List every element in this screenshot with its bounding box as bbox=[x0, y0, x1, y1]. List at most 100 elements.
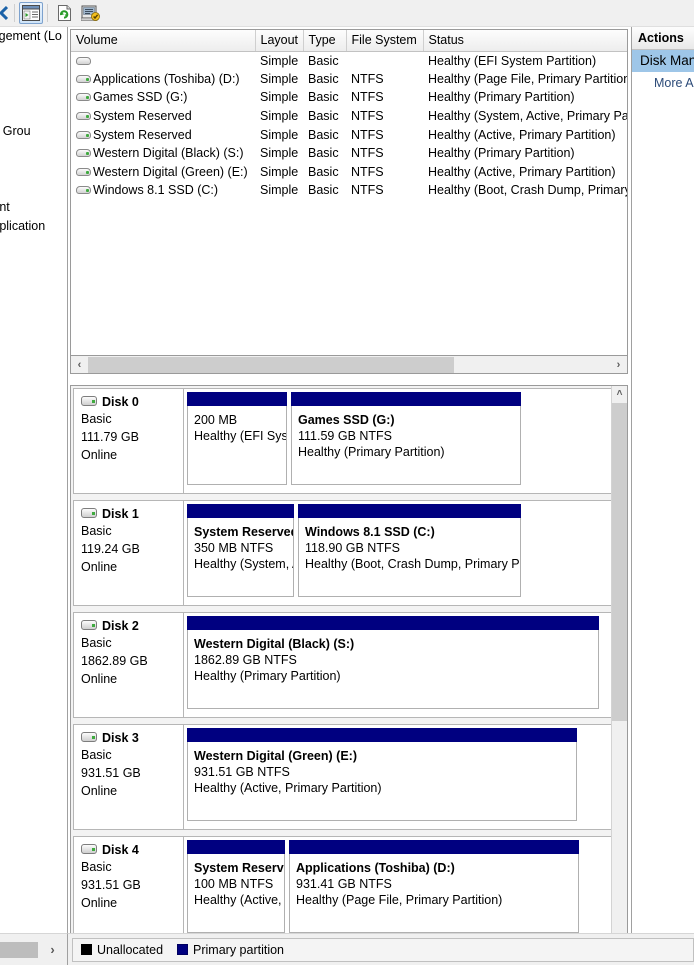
disk-row[interactable]: Disk 1 Basic 119.24 GB Online System Res… bbox=[73, 500, 612, 606]
volume-list-horizontal-scrollbar[interactable]: ‹ › bbox=[70, 356, 628, 374]
disk-status: Online bbox=[81, 896, 118, 910]
tree-item-disk-management[interactable]: Disk Management bbox=[0, 200, 10, 214]
partition-status: Healthy (System, Active, Primary Partiti… bbox=[194, 557, 293, 571]
console-tree-pane[interactable]: Computer Management (Lo Task Scheduler E… bbox=[0, 27, 68, 933]
tree-item-task-scheduler[interactable]: Task Scheduler bbox=[0, 65, 67, 84]
volume-cell: Windows 8.1 SSD (C:) bbox=[71, 181, 255, 200]
disk-management-center-pane: Volume Layout Type File System Status Si… bbox=[68, 27, 630, 960]
disk-info-panel[interactable]: Disk 2 Basic 1862.89 GB Online bbox=[74, 613, 184, 717]
partition-status: Healthy (Primary Partition) bbox=[298, 445, 445, 459]
tree-item-services-and-applications[interactable]: Services and Application bbox=[0, 217, 67, 236]
disk-status: Online bbox=[81, 560, 118, 574]
column-header-volume[interactable]: Volume bbox=[71, 30, 256, 52]
table-row[interactable]: Windows 8.1 SSD (C:) Simple Basic NTFS H… bbox=[71, 181, 628, 200]
scroll-thumb[interactable] bbox=[88, 356, 454, 373]
volume-table-header-row: Volume Layout Type File System Status bbox=[71, 30, 627, 52]
table-row[interactable]: Western Digital (Black) (S:) Simple Basi… bbox=[71, 144, 627, 163]
disk-row[interactable]: Disk 3 Basic 931.51 GB Online Western Di… bbox=[73, 724, 612, 830]
volume-cell: Games SSD (G:) bbox=[71, 88, 255, 107]
partition-title: System Reserved bbox=[194, 861, 284, 875]
volume-name: System Reserved bbox=[93, 127, 192, 142]
status-cell: Healthy (Boot, Crash Dump, Primary Parti… bbox=[428, 183, 628, 198]
drive-icon bbox=[76, 56, 91, 66]
console-tree-scroll-right-arrow[interactable]: › bbox=[38, 942, 67, 957]
partition[interactable]: Western Digital (Green) (E:) 931.51 GB N… bbox=[187, 728, 577, 826]
partition-details: Windows 8.1 SSD (C:) 118.90 GB NTFS Heal… bbox=[298, 518, 521, 597]
drive-icon bbox=[76, 74, 91, 84]
table-row[interactable]: System Reserved Simple Basic NTFS Health… bbox=[71, 125, 627, 144]
partition-details: Western Digital (Black) (S:) 1862.89 GB … bbox=[187, 630, 599, 709]
graphical-view-vertical-scrollbar[interactable]: ˄ ˅ bbox=[611, 386, 627, 959]
table-row[interactable]: Western Digital (Green) (E:) Simple Basi… bbox=[71, 163, 627, 182]
scroll-track[interactable] bbox=[88, 356, 610, 373]
column-header-file-system[interactable]: File System bbox=[346, 30, 424, 52]
disk-info-panel[interactable]: Disk 4 Basic 931.51 GB Online bbox=[74, 837, 184, 941]
disk-status: Online bbox=[81, 784, 118, 798]
table-row[interactable]: Simple Basic Healthy (EFI System Partiti… bbox=[71, 51, 627, 70]
partition-size: 111.59 GB NTFS bbox=[298, 429, 393, 443]
console-tree-horizontal-scrollbar[interactable]: › bbox=[0, 933, 68, 965]
partition[interactable]: Games SSD (G:) 111.59 GB NTFS Healthy (P… bbox=[291, 392, 521, 490]
console-tree-icon bbox=[22, 5, 40, 21]
disk-kind: Basic bbox=[81, 636, 112, 650]
column-header-status[interactable]: Status bbox=[423, 30, 627, 52]
scroll-thumb[interactable] bbox=[612, 403, 627, 721]
tree-item-event-viewer[interactable]: Event Viewer bbox=[0, 84, 67, 103]
type-cell: Basic bbox=[308, 127, 339, 142]
file-system-cell: NTFS bbox=[351, 90, 384, 105]
partition-details: Applications (Toshiba) (D:) 931.41 GB NT… bbox=[289, 854, 579, 933]
partition[interactable]: 200 MB Healthy (EFI System Partition) bbox=[187, 392, 287, 490]
disk-info-panel[interactable]: Disk 0 Basic 111.79 GB Online bbox=[74, 389, 184, 493]
console-tree-scroll: Computer Management (Lo Task Scheduler E… bbox=[0, 27, 67, 236]
table-row[interactable]: Games SSD (G:) Simple Basic NTFS Healthy… bbox=[71, 88, 627, 107]
disk-info-panel[interactable]: Disk 3 Basic 931.51 GB Online bbox=[74, 725, 184, 829]
volume-table: Volume Layout Type File System Status Si… bbox=[71, 30, 628, 200]
partition[interactable]: Windows 8.1 SSD (C:) 118.90 GB NTFS Heal… bbox=[298, 504, 521, 602]
disk-info-panel[interactable]: Disk 1 Basic 119.24 GB Online bbox=[74, 501, 184, 605]
partition[interactable]: System Reserved 350 MB NTFS Healthy (Sys… bbox=[187, 504, 294, 602]
disk-row[interactable]: Disk 2 Basic 1862.89 GB Online Western D… bbox=[73, 612, 612, 718]
back-button[interactable] bbox=[0, 2, 10, 24]
column-header-type[interactable]: Type bbox=[303, 30, 347, 52]
tree-item-computer-management[interactable]: Computer Management (Lo bbox=[0, 27, 67, 46]
refresh-icon bbox=[58, 5, 71, 21]
disk-row[interactable]: Disk 0 Basic 111.79 GB Online 200 MB Hea… bbox=[73, 388, 612, 494]
status-cell: Healthy (System, Active, Primary Partiti… bbox=[428, 109, 628, 124]
table-row[interactable]: System Reserved Simple Basic NTFS Health… bbox=[71, 107, 628, 126]
scroll-right-arrow[interactable]: › bbox=[610, 359, 627, 371]
file-system-cell bbox=[346, 51, 423, 70]
layout-cell: Simple bbox=[260, 183, 299, 198]
volume-list[interactable]: Volume Layout Type File System Status Si… bbox=[70, 29, 628, 356]
graphical-disk-view[interactable]: Disk 0 Basic 111.79 GB Online 200 MB Hea… bbox=[70, 385, 628, 960]
disk-icon bbox=[81, 396, 97, 407]
partition[interactable]: Western Digital (Black) (S:) 1862.89 GB … bbox=[187, 616, 599, 714]
rescan-disks-button[interactable] bbox=[78, 2, 102, 24]
actions-item-disk-management[interactable]: Disk Management bbox=[632, 50, 694, 72]
actions-item-more-actions[interactable]: More Actions bbox=[632, 72, 694, 94]
tree-item-performance[interactable]: Performance bbox=[0, 141, 67, 160]
disk-kind: Basic bbox=[81, 524, 112, 538]
tree-item-device-manager[interactable]: Device Manager bbox=[0, 160, 67, 179]
disk-name: Disk 2 bbox=[102, 619, 139, 633]
partition-color-bar bbox=[187, 616, 599, 630]
table-row[interactable]: Applications (Toshiba) (D:) Simple Basic… bbox=[71, 70, 627, 89]
partition[interactable]: Applications (Toshiba) (D:) 931.41 GB NT… bbox=[289, 840, 579, 938]
refresh-button[interactable] bbox=[52, 2, 76, 24]
drive-icon bbox=[76, 185, 91, 195]
scroll-left-arrow[interactable]: ‹ bbox=[71, 359, 88, 371]
volume-cell: System Reserved bbox=[71, 125, 255, 144]
scroll-up-arrow[interactable]: ˄ bbox=[612, 386, 627, 402]
type-cell: Basic bbox=[308, 109, 339, 124]
partition[interactable]: System Reserved 100 MB NTFS Healthy (Act… bbox=[187, 840, 285, 938]
type-cell: Basic bbox=[308, 183, 339, 198]
disk-size: 1862.89 GB bbox=[81, 654, 148, 668]
column-header-layout[interactable]: Layout bbox=[255, 30, 304, 52]
console-tree-scroll-thumb[interactable] bbox=[0, 941, 38, 958]
tree-item-local-users-and-groups[interactable]: Local Users and Grou bbox=[0, 122, 67, 141]
tree-item-disk-management-wrap: Disk Management bbox=[0, 198, 67, 217]
volume-cell: System Reserved bbox=[71, 107, 255, 126]
drive-icon bbox=[76, 92, 91, 102]
disk-row[interactable]: Disk 4 Basic 931.51 GB Online System Res… bbox=[73, 836, 612, 942]
tree-item-shared-folders[interactable]: Shared Folders bbox=[0, 103, 67, 122]
show-hide-console-tree-button[interactable] bbox=[19, 2, 43, 24]
